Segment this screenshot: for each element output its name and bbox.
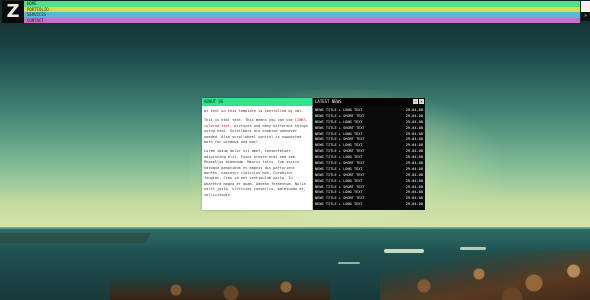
about-paragraph: This is html text. This means you can us…	[204, 118, 310, 145]
news-item-title: NEWS TITLE + LONG TEXT	[315, 202, 363, 207]
about-text: This is html text. This means you can us…	[204, 118, 295, 123]
main-nav: HOME PORTFOLIO SERVICES CONTACT	[24, 1, 580, 23]
news-item[interactable]: NEWS TITLE + LONG TEXT 29-04-08	[315, 202, 423, 208]
news-header: LATEST NEWS – ×	[313, 98, 425, 106]
latest-news-panel: LATEST NEWS – × NEWS TITLE + LONG TEXT 29…	[313, 98, 425, 210]
foreground-rocks	[380, 250, 590, 300]
news-title: LATEST NEWS	[315, 99, 342, 104]
news-item-date: 29-04-08	[405, 202, 423, 207]
close-icon[interactable]: ×	[419, 99, 424, 104]
about-paragraph: at text on this template is controlled b…	[204, 109, 304, 113]
surf	[338, 262, 360, 264]
news-list: NEWS TITLE + LONG TEXT 29-04-08 NEWS TITL…	[313, 106, 425, 208]
foreground-rocks	[110, 275, 330, 300]
horizon	[0, 227, 590, 229]
about-panel: ABOUT US at text on this template is con…	[202, 98, 312, 210]
links-link[interactable]: LINKS	[295, 118, 306, 122]
nav-right-block	[581, 1, 590, 12]
distant-land	[0, 233, 150, 243]
double-chevron-right-icon[interactable]: »	[581, 12, 590, 21]
about-paragraph: Lorem ipsum dolor sit amet, consectetuer…	[204, 149, 306, 197]
nav-item-contact[interactable]: CONTACT	[24, 17, 580, 23]
about-title: ABOUT US	[202, 98, 312, 106]
site-logo[interactable]: Z	[2, 1, 24, 23]
minimize-icon[interactable]: –	[413, 99, 418, 104]
about-content: at text on this template is controlled b…	[202, 106, 312, 198]
